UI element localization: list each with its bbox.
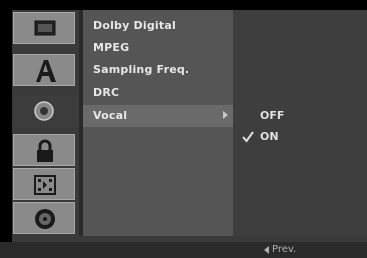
option-on[interactable]: ON	[260, 128, 279, 146]
footer-bar: Prev.	[0, 242, 367, 258]
screen: Dolby Digital MPEG Sampling Freq. DRC Vo…	[0, 0, 367, 258]
disc-icon	[34, 20, 56, 36]
lock-icon	[37, 139, 53, 162]
prev-arrow-icon	[264, 246, 269, 254]
menu-item-vocal[interactable]: Vocal	[93, 106, 127, 126]
menu-item-mpeg[interactable]: MPEG	[93, 38, 129, 58]
category-others[interactable]	[13, 168, 75, 200]
category-lock[interactable]	[13, 134, 75, 166]
menu-item-dolby-digital[interactable]: Dolby Digital	[93, 16, 176, 36]
language-a-icon	[36, 60, 56, 82]
submenu-arrow-icon	[223, 111, 228, 119]
option-off[interactable]: OFF	[260, 107, 284, 125]
disc-settings-icon	[35, 209, 55, 229]
audio-menu: Dolby Digital MPEG Sampling Freq. DRC Vo…	[83, 10, 233, 236]
prev-label[interactable]: Prev.	[272, 243, 296, 257]
category-language[interactable]	[13, 54, 75, 86]
audio-speaker-icon	[34, 101, 54, 121]
menu-item-sampling-freq[interactable]: Sampling Freq.	[93, 60, 189, 80]
category-disc[interactable]	[13, 12, 75, 44]
checkmark-icon	[242, 131, 254, 143]
category-icon-column	[13, 10, 82, 236]
category-disc-settings[interactable]	[13, 202, 75, 234]
menu-item-drc[interactable]: DRC	[93, 83, 119, 103]
film-icon	[34, 175, 56, 195]
vocal-options-panel: OFF ON	[233, 10, 367, 236]
category-audio[interactable]	[13, 94, 82, 126]
